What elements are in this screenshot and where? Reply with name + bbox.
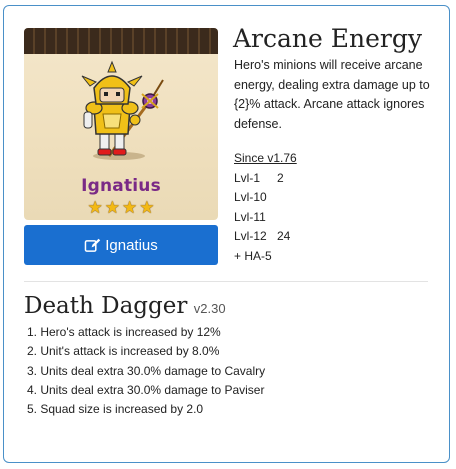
skill-description: Hero's minions will receive arcane energ… [234, 58, 430, 131]
level-row: Lvl-10 [234, 188, 297, 208]
list-item: 4. Units deal extra 30.0% damage to Pavi… [27, 382, 265, 397]
level-value: 24 [277, 229, 291, 243]
hero-link-label: Ignatius [105, 236, 158, 254]
portrait-hero-name: Ignatius [81, 176, 161, 196]
hero-sprite-image [81, 60, 164, 160]
star-icon: ★ [104, 198, 120, 217]
level-label: Lvl-11 [234, 209, 266, 224]
skill-title: Arcane Energy [233, 24, 422, 53]
list-item: 1. Hero's attack is increased by 12% [27, 325, 221, 339]
skill-levels: Since v1.76 Lvl-1 2 Lvl-10 Lvl-11 Lvl-12… [234, 149, 297, 266]
star-icon: ★ [87, 198, 103, 217]
list-item: 5. Squad size is increased by 2.0 [27, 402, 204, 417]
talent-effects: 1. Hero's attack is increased by 12% 2. … [27, 323, 265, 419]
since-version-link[interactable]: Since v1.76 [234, 149, 297, 169]
level-label: Lvl-1 [234, 170, 261, 185]
level-value: 2 [277, 170, 284, 185]
star-icon: ★ [122, 198, 138, 217]
edit-icon [84, 238, 101, 252]
level-row: Lvl-11 [234, 208, 297, 228]
level-row: Lvl-1 2 [234, 169, 297, 189]
level-row: Lvl-12 24 [234, 227, 297, 247]
talent-header: Death Dagger v2.30 [24, 293, 226, 319]
hero-link-button[interactable]: Ignatius [24, 225, 218, 265]
skill-extra: + HA-5 [234, 248, 272, 263]
talent-name: Death Dagger [24, 293, 188, 319]
list-item: 3. Units deal extra 30.0% damage to Cava… [27, 363, 266, 378]
level-label: Lvl-12 [234, 229, 267, 243]
star-rating: ★ ★ ★ ★ [24, 198, 218, 218]
hero-portrait: Ignatius ★ ★ ★ ★ [24, 28, 218, 220]
star-icon: ★ [139, 198, 155, 217]
section-divider [24, 281, 428, 282]
talent-version: v2.30 [193, 301, 226, 316]
level-label: Lvl-10 [234, 190, 267, 204]
list-item: 2. Unit's attack is increased by 8.0% [27, 344, 220, 359]
